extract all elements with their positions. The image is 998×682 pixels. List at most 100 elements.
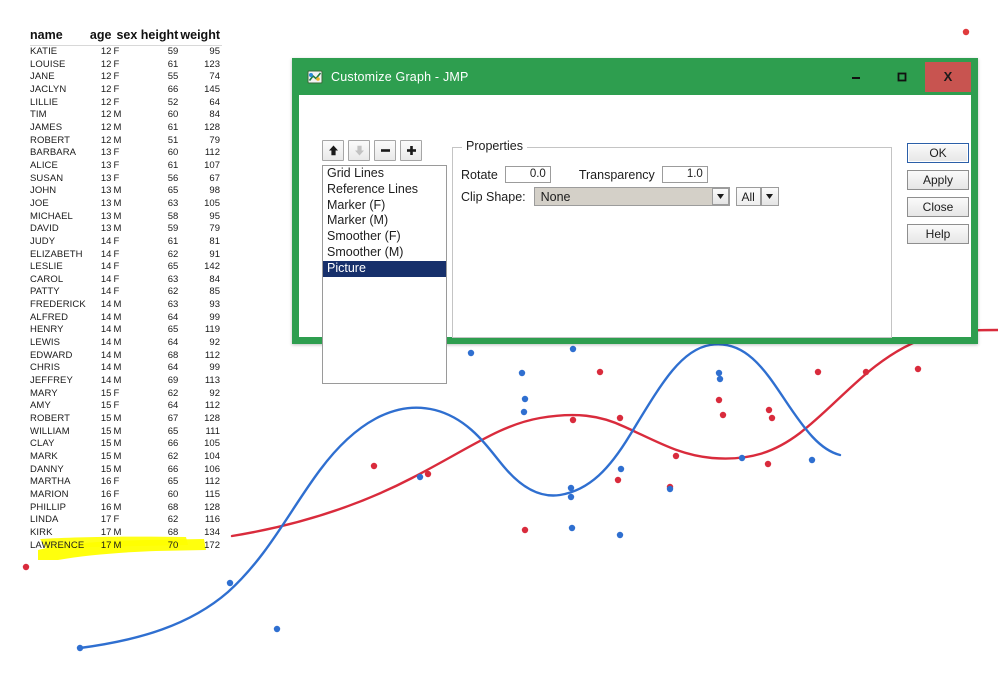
table-row[interactable]: LESLIE 14 F 65 142 [30, 261, 222, 274]
data-point[interactable] [616, 531, 624, 539]
cell-weight[interactable]: 84 [180, 274, 222, 287]
cell-height[interactable]: 55 [140, 71, 181, 84]
data-point[interactable] [719, 411, 727, 419]
cell-sex[interactable]: M [113, 464, 139, 477]
cell-name[interactable]: PATTY [30, 286, 89, 299]
scope-chevron-down-icon[interactable] [760, 187, 779, 206]
cell-height[interactable]: 66 [140, 464, 181, 477]
table-row[interactable]: LEWIS 14 M 64 92 [30, 337, 222, 350]
data-point[interactable] [76, 644, 84, 652]
cell-name[interactable]: JEFFREY [30, 375, 89, 388]
cell-name[interactable]: WILLIAM [30, 426, 89, 439]
table-row[interactable]: PATTY 14 F 62 85 [30, 286, 222, 299]
cell-height[interactable]: 59 [140, 46, 181, 59]
data-point[interactable] [715, 369, 723, 377]
data-table[interactable]: name age sex height weight KATIE 12 F 59 95 L… [30, 28, 222, 552]
cell-name[interactable]: JOE [30, 198, 89, 211]
dialog-button-column[interactable]: OK Apply Close Help [907, 143, 969, 244]
data-point[interactable] [521, 526, 529, 534]
cell-sex[interactable]: F [113, 274, 139, 287]
column-header-name[interactable]: name [30, 28, 90, 46]
data-point[interactable] [273, 625, 281, 633]
cell-weight[interactable]: 99 [180, 312, 222, 325]
chevron-down-icon[interactable] [711, 188, 729, 205]
cell-height[interactable]: 70 [140, 540, 181, 553]
cell-height[interactable]: 61 [140, 236, 181, 249]
cell-weight[interactable]: 172 [180, 540, 222, 553]
list-item[interactable]: Picture [323, 260, 446, 277]
cell-height[interactable]: 68 [140, 527, 181, 540]
cell-weight[interactable]: 64 [180, 97, 222, 110]
cell-age[interactable]: 16 [89, 489, 113, 502]
cell-sex[interactable]: F [113, 71, 139, 84]
table-row[interactable]: BARBARA 13 F 60 112 [30, 147, 222, 160]
data-point[interactable] [567, 493, 575, 501]
cell-name[interactable]: MARK [30, 451, 89, 464]
cell-weight[interactable]: 116 [180, 514, 222, 527]
cell-height[interactable]: 64 [140, 400, 181, 413]
cell-age[interactable]: 14 [89, 324, 113, 337]
table-row[interactable]: ALFRED 14 M 64 99 [30, 312, 222, 325]
cell-weight[interactable]: 119 [180, 324, 222, 337]
cell-name[interactable]: KATIE [30, 46, 89, 59]
cell-weight[interactable]: 91 [180, 249, 222, 262]
cell-age[interactable]: 12 [89, 135, 113, 148]
cell-height[interactable]: 64 [140, 362, 181, 375]
cell-height[interactable]: 64 [140, 337, 181, 350]
cell-name[interactable]: LEWIS [30, 337, 89, 350]
cell-height[interactable]: 65 [140, 261, 181, 274]
cell-weight[interactable]: 142 [180, 261, 222, 274]
cell-height[interactable]: 61 [140, 122, 181, 135]
cell-sex[interactable]: M [113, 337, 139, 350]
table-row[interactable]: ELIZABETH 14 F 62 91 [30, 249, 222, 262]
cell-name[interactable]: PHILLIP [30, 502, 89, 515]
cell-age[interactable]: 13 [89, 173, 113, 186]
cell-weight[interactable]: 115 [180, 489, 222, 502]
cell-age[interactable]: 12 [89, 71, 113, 84]
dialog-titlebar[interactable]: Customize Graph - JMP X [299, 58, 971, 95]
cell-sex[interactable]: M [113, 362, 139, 375]
list-item[interactable]: Grid Lines [323, 166, 446, 182]
cell-height[interactable]: 63 [140, 274, 181, 287]
cell-height[interactable]: 63 [140, 299, 181, 312]
data-point[interactable] [569, 416, 577, 424]
data-point[interactable] [424, 470, 432, 478]
table-row[interactable]: MARTHA 16 F 65 112 [30, 476, 222, 489]
cell-name[interactable]: CAROL [30, 274, 89, 287]
cell-weight[interactable]: 128 [180, 122, 222, 135]
transparency-input[interactable]: 1.0 [661, 166, 708, 183]
cell-sex[interactable]: F [113, 400, 139, 413]
cell-weight[interactable]: 112 [180, 147, 222, 160]
cell-height[interactable]: 60 [140, 489, 181, 502]
cell-name[interactable]: MARTHA [30, 476, 89, 489]
cell-name[interactable]: JACLYN [30, 84, 89, 97]
cell-weight[interactable]: 105 [180, 198, 222, 211]
cell-age[interactable]: 14 [89, 375, 113, 388]
data-point[interactable] [738, 454, 746, 462]
cell-sex[interactable]: M [113, 350, 139, 363]
data-point[interactable] [862, 368, 870, 376]
cell-name[interactable]: LINDA [30, 514, 89, 527]
cell-age[interactable]: 17 [89, 540, 113, 553]
data-point[interactable] [22, 563, 30, 571]
cell-weight[interactable]: 112 [180, 400, 222, 413]
cell-weight[interactable]: 95 [180, 46, 222, 59]
table-row[interactable]: JACLYN 12 F 66 145 [30, 84, 222, 97]
cell-name[interactable]: EDWARD [30, 350, 89, 363]
cell-height[interactable]: 65 [140, 324, 181, 337]
cell-sex[interactable]: F [113, 261, 139, 274]
cell-weight[interactable]: 104 [180, 451, 222, 464]
cell-sex[interactable]: M [113, 135, 139, 148]
cell-sex[interactable]: M [113, 122, 139, 135]
table-row[interactable]: LILLIE 12 F 52 64 [30, 97, 222, 110]
cell-height[interactable]: 66 [140, 438, 181, 451]
close-button[interactable]: Close [907, 197, 969, 217]
cell-height[interactable]: 59 [140, 223, 181, 236]
cell-weight[interactable]: 134 [180, 527, 222, 540]
cell-name[interactable]: TIM [30, 109, 89, 122]
cell-age[interactable]: 16 [89, 476, 113, 489]
table-row[interactable]: CLAY 15 M 66 105 [30, 438, 222, 451]
cell-weight[interactable]: 84 [180, 109, 222, 122]
list-item[interactable]: Marker (F) [323, 198, 446, 214]
cell-height[interactable]: 63 [140, 198, 181, 211]
